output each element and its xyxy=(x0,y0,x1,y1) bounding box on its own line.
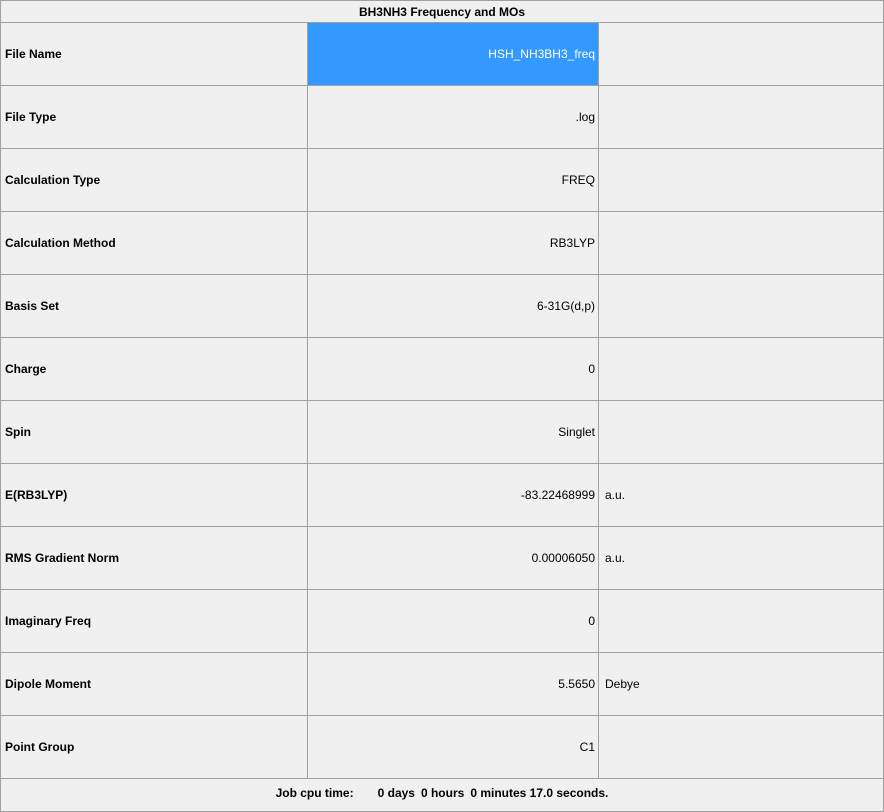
row-unit xyxy=(599,716,883,778)
row-value-selected[interactable]: HSH_NH3BH3_freq xyxy=(308,23,599,85)
row-unit xyxy=(599,401,883,463)
row-unit xyxy=(599,23,883,85)
row-value[interactable]: RB3LYP xyxy=(308,212,599,274)
job-cpu-time: Job cpu time: 0 days 0 hours 0 minutes 17.0… xyxy=(1,779,883,807)
row-label: RMS Gradient Norm xyxy=(1,527,308,589)
row-unit xyxy=(599,149,883,211)
row-unit xyxy=(599,212,883,274)
row-value[interactable]: .log xyxy=(308,86,599,148)
row-unit: Debye xyxy=(605,677,640,691)
row-unit xyxy=(599,275,883,337)
cpu-time-days: 0 days xyxy=(377,786,415,800)
row-label: Dipole Moment xyxy=(1,653,308,715)
row-value[interactable]: 0 xyxy=(308,338,599,400)
row-value[interactable]: 6-31G(d,p) xyxy=(308,275,599,337)
cpu-time-minutes: 0 minutes xyxy=(470,786,527,800)
table-row-file-name[interactable]: File Name HSH_NH3BH3_freq xyxy=(1,23,883,86)
row-value[interactable]: C1 xyxy=(308,716,599,778)
table-row-calculation-type[interactable]: Calculation Type FREQ xyxy=(1,149,883,212)
row-value[interactable]: 0.00006050 xyxy=(308,527,599,589)
table-row-dipole-moment[interactable]: Dipole Moment 5.5650 Debye xyxy=(1,653,883,716)
row-label: Calculation Type xyxy=(1,149,308,211)
row-unit xyxy=(599,86,883,148)
row-label: Spin xyxy=(1,401,308,463)
row-value[interactable]: -83.22468999 xyxy=(308,464,599,526)
row-label: Charge xyxy=(1,338,308,400)
row-value[interactable]: Singlet xyxy=(308,401,599,463)
cpu-time-seconds: 17.0 seconds. xyxy=(529,786,609,800)
cpu-time-hours: 0 hours xyxy=(420,786,465,800)
row-label: Imaginary Freq xyxy=(1,590,308,652)
row-label: File Type xyxy=(1,86,308,148)
row-unit: a.u. xyxy=(605,488,626,502)
row-label: Point Group xyxy=(1,716,308,778)
row-label: E(RB3LYP) xyxy=(1,464,308,526)
table-row-rms-gradient-norm[interactable]: RMS Gradient Norm 0.00006050 a.u. xyxy=(1,527,883,590)
row-label: Calculation Method xyxy=(1,212,308,274)
table-row-file-type[interactable]: File Type .log xyxy=(1,86,883,149)
table-row-calculation-method[interactable]: Calculation Method RB3LYP xyxy=(1,212,883,275)
row-value[interactable]: FREQ xyxy=(308,149,599,211)
table-row-point-group[interactable]: Point Group C1 xyxy=(1,716,883,779)
row-value[interactable]: 0 xyxy=(308,590,599,652)
row-unit xyxy=(599,338,883,400)
results-grid: BH3NH3 Frequency and MOs File Name HSH_N… xyxy=(0,0,884,812)
grid-title: BH3NH3 Frequency and MOs xyxy=(1,1,883,23)
table-row-charge[interactable]: Charge 0 xyxy=(1,338,883,401)
row-unit: a.u. xyxy=(605,551,626,565)
row-value[interactable]: 5.5650 xyxy=(308,653,599,715)
cpu-time-label: Job cpu time: xyxy=(275,786,354,800)
row-label: File Name xyxy=(1,23,308,85)
row-unit xyxy=(599,590,883,652)
table-row-imaginary-freq[interactable]: Imaginary Freq 0 xyxy=(1,590,883,653)
table-row-basis-set[interactable]: Basis Set 6-31G(d,p) xyxy=(1,275,883,338)
table-row-spin[interactable]: Spin Singlet xyxy=(1,401,883,464)
row-label: Basis Set xyxy=(1,275,308,337)
table-row-energy[interactable]: E(RB3LYP) -83.22468999 a.u. xyxy=(1,464,883,527)
